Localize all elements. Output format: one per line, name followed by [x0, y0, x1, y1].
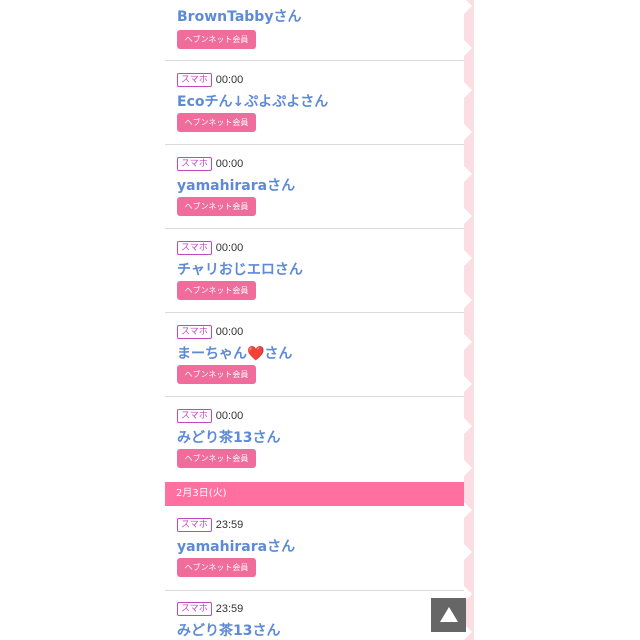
list-item[interactable]: スマホ 00:00 Ecoチん↓ぷよぷよさん ヘブンネット会員 — [165, 61, 464, 145]
member-badge: ヘブンネット会員 — [177, 113, 256, 132]
up-triangle-icon — [440, 607, 458, 622]
list-item[interactable]: スマホ 00:00 チャリおじエロさん ヘブンネット会員 — [165, 229, 464, 313]
visitor-name[interactable]: みどり茶13さん — [177, 620, 280, 640]
edge-notch — [464, 376, 472, 392]
member-badge: ヘブンネット会員 — [177, 281, 256, 300]
visit-time: 23:59 — [215, 519, 244, 531]
entry-meta: スマホ 00:00 — [177, 325, 243, 339]
device-tag: スマホ — [177, 518, 212, 532]
edge-notch — [464, 0, 472, 14]
visit-time: 00:00 — [215, 410, 244, 422]
visitor-name[interactable]: Ecoチん↓ぷよぷよさん — [177, 91, 328, 111]
visitor-name[interactable]: チャリおじエロさん — [177, 259, 303, 279]
entry-meta: スマホ 23:59 — [177, 602, 243, 616]
date-header: 2月3日(火) — [165, 482, 474, 506]
edge-notch — [464, 544, 472, 560]
edge-notch — [464, 82, 472, 98]
member-badge: ヘブンネット会員 — [177, 30, 256, 49]
edge-notch — [464, 292, 472, 308]
visitor-list: BrownTabbyさん ヘブンネット会員 スマホ 00:00 Ecoチん↓ぷよ… — [165, 0, 474, 640]
visitor-name[interactable]: yamahiraraさん — [177, 175, 295, 195]
member-badge: ヘブンネット会員 — [177, 449, 256, 468]
visitor-name[interactable]: みどり茶13さん — [177, 427, 280, 447]
edge-notch — [464, 502, 472, 518]
entry-meta: スマホ 00:00 — [177, 73, 243, 87]
device-tag: スマホ — [177, 241, 212, 255]
visit-time: 00:00 — [215, 158, 244, 170]
list-item[interactable]: BrownTabbyさん ヘブンネット会員 — [165, 0, 464, 61]
member-badge: ヘブンネット会員 — [177, 365, 256, 384]
entry-meta: スマホ 00:00 — [177, 241, 243, 255]
visit-time: 23:59 — [215, 603, 244, 615]
entry-meta: スマホ 23:59 — [177, 518, 243, 532]
scroll-to-top-button[interactable] — [431, 598, 466, 632]
device-tag: スマホ — [177, 157, 212, 171]
member-badge: ヘブンネット会員 — [177, 197, 256, 216]
list-item[interactable]: スマホ 00:00 yamahiraraさん ヘブンネット会員 — [165, 145, 464, 229]
edge-notch — [464, 460, 472, 476]
visit-time: 00:00 — [215, 242, 244, 254]
device-tag: スマホ — [177, 409, 212, 423]
entry-meta: スマホ 00:00 — [177, 409, 243, 423]
visitor-name[interactable]: BrownTabbyさん — [177, 6, 301, 26]
device-tag: スマホ — [177, 325, 212, 339]
device-tag: スマホ — [177, 602, 212, 616]
edge-notch — [464, 250, 472, 266]
member-badge: ヘブンネット会員 — [177, 558, 256, 577]
edge-notch — [464, 418, 472, 434]
entry-meta: スマホ 00:00 — [177, 157, 243, 171]
list-item[interactable]: スマホ 23:59 yamahiraraさん ヘブンネット会員 — [165, 506, 464, 591]
list-item[interactable]: スマホ 00:00 みどり茶13さん ヘブンネット会員 — [165, 397, 464, 481]
device-tag: スマホ — [177, 73, 212, 87]
list-item[interactable]: スマホ 00:00 まーちゃん❤️さん ヘブンネット会員 — [165, 313, 464, 397]
list-item[interactable]: スマホ 23:59 みどり茶13さん — [165, 591, 464, 640]
edge-notch — [464, 334, 472, 350]
edge-notch — [464, 40, 472, 56]
visitor-name[interactable]: まーちゃん❤️さん — [177, 343, 292, 363]
visit-time: 00:00 — [215, 74, 244, 86]
edge-notch — [464, 124, 472, 140]
edge-notch — [464, 166, 472, 182]
visit-time: 00:00 — [215, 326, 244, 338]
visitor-name[interactable]: yamahiraraさん — [177, 536, 295, 556]
edge-notch — [464, 208, 472, 224]
